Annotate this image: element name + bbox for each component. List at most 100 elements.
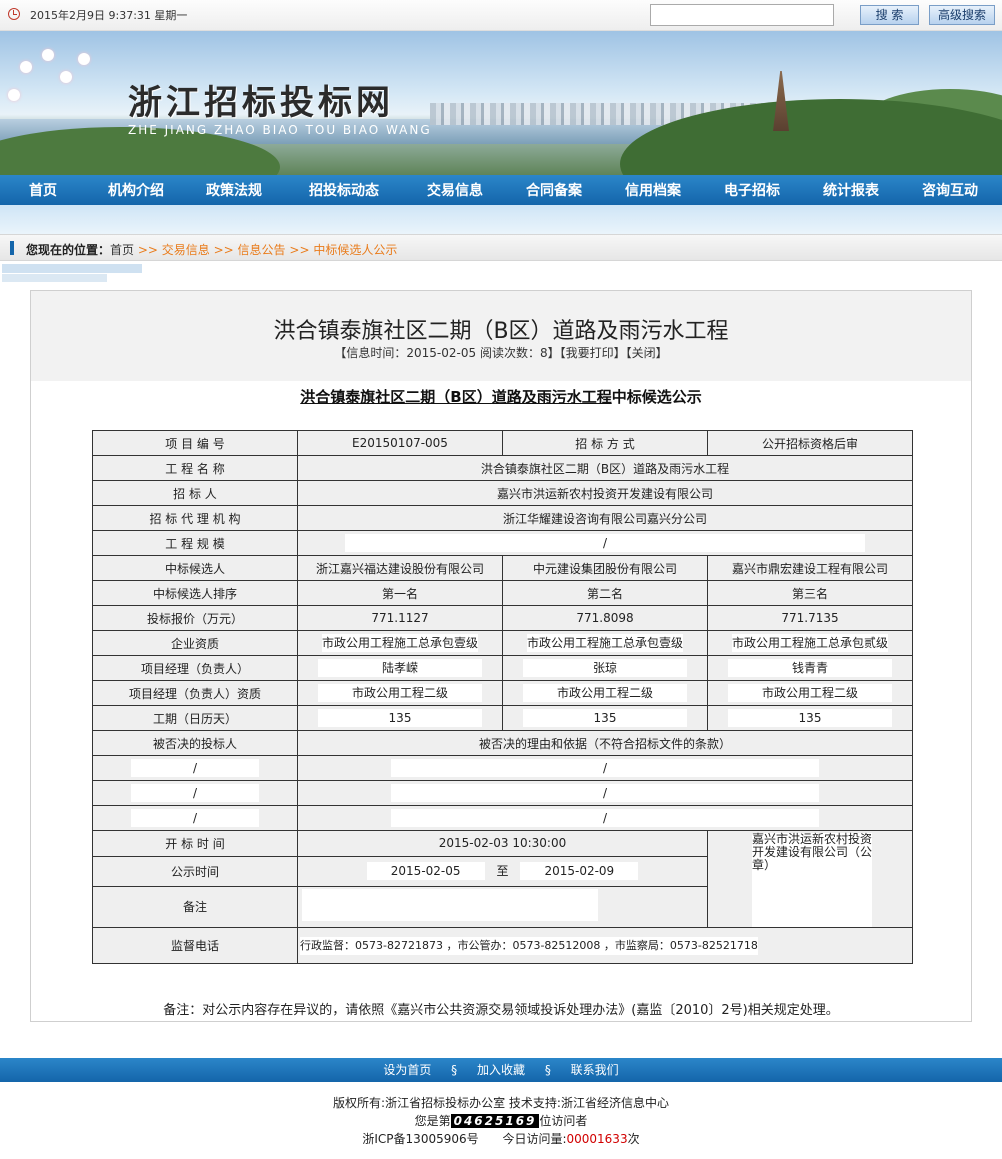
rank-2: 第二名 <box>502 580 708 606</box>
nav-policy[interactable]: 政策法规 <box>206 180 262 200</box>
table-row: 工期（日历天） 135 135 135 <box>92 705 913 731</box>
visitor-suffix: 位访问者 <box>539 1114 588 1128</box>
candidate-3: 嘉兴市鼎宏建设工程有限公司 <box>707 555 913 581</box>
rejected-reason: / <box>391 759 819 777</box>
publicity-to-label: 至 <box>496 864 509 879</box>
contact-us-link[interactable]: 联系我们 <box>571 1063 619 1077</box>
rejected-bidder: / <box>131 809 259 827</box>
nav-e-tender[interactable]: 电子招标 <box>724 180 780 200</box>
candidate-1: 浙江嘉兴福达建设股份有限公司 <box>297 555 503 581</box>
method: 公开招标资格后审 <box>707 430 913 456</box>
project-name: 洪合镇泰旗社区二期（B区）道路及雨污水工程 <box>297 455 913 481</box>
period-label: 工期（日历天） <box>92 705 298 731</box>
footer-links: 设为首页 § 加入收藏 § 联系我们 <box>0 1058 1002 1082</box>
breadcrumb-notice[interactable]: >> 信息公告 <box>214 243 286 257</box>
rejected-reason: / <box>391 809 819 827</box>
table-row: 企业资质 市政公用工程施工总承包壹级 市政公用工程施工总承包壹级 市政公用工程施… <box>92 630 913 656</box>
rank-label: 中标候选人排序 <box>92 580 298 606</box>
rejected-reason-cell: / <box>297 755 913 781</box>
visitor-prefix: 您是第 <box>414 1114 451 1128</box>
table-row: 中标候选人排序 第一名 第二名 第三名 <box>92 580 913 606</box>
method-label: 招 标 方 式 <box>502 430 708 456</box>
clock-icon <box>8 8 20 20</box>
period-3-cell: 135 <box>707 705 913 731</box>
article-header: 洪合镇泰旗社区二期（B区）道路及雨污水工程 【信息时间：2015-02-05 阅… <box>31 291 971 381</box>
table-row: 监督电话 行政监督：0573-82721873 ，市公管办：0573-82512… <box>92 927 913 964</box>
nav-contract[interactable]: 合同备案 <box>526 180 582 200</box>
phone-label: 监督电话 <box>92 927 298 964</box>
tenderer: 嘉兴市洪运新农村投资开发建设有限公司 <box>297 480 913 506</box>
manager-1-cell: 陆孝嵘 <box>297 655 503 681</box>
manager-2-cell: 张琼 <box>502 655 708 681</box>
blossom-icon <box>20 61 32 73</box>
notice-title: 洪合镇泰旗社区二期（B区）道路及雨污水工程中标候选公示 <box>31 386 971 407</box>
subnav-bar <box>0 205 1002 234</box>
price-1: 771.1127 <box>297 605 503 631</box>
nav-about[interactable]: 机构介绍 <box>108 180 164 200</box>
publicity-label: 公示时间 <box>92 855 298 887</box>
remark-value <box>302 889 598 922</box>
manager-qual-label: 项目经理（负责人）资质 <box>92 680 298 706</box>
rejected-bidder-cell: / <box>92 780 298 806</box>
table-row: 招 标 人 嘉兴市洪运新农村投资开发建设有限公司 <box>92 480 913 506</box>
visitor-counter: 04625169 <box>450 1114 540 1128</box>
table-row: 工 程 名 称 洪合镇泰旗社区二期（B区）道路及雨污水工程 <box>92 455 913 481</box>
decorative-strip <box>2 274 107 282</box>
stamp-cell: 嘉兴市洪运新农村投资开发建设有限公司（公章） <box>707 830 913 928</box>
manager-qual-2-cell: 市政公用工程二级 <box>502 680 708 706</box>
period-3: 135 <box>728 709 892 727</box>
manager-qual-1: 市政公用工程二级 <box>318 684 482 702</box>
blossom-icon <box>60 71 72 83</box>
period-1: 135 <box>318 709 482 727</box>
tenderer-label: 招 标 人 <box>92 480 298 506</box>
manager-label: 项目经理（负责人） <box>92 655 298 681</box>
decorative-strip <box>2 264 142 273</box>
nav-news[interactable]: 招投标动态 <box>309 180 379 200</box>
publicity-from: 2015-02-05 <box>366 862 485 881</box>
nav-trade-info[interactable]: 交易信息 <box>427 180 483 200</box>
search-button[interactable]: 搜 索 <box>860 5 919 25</box>
table-row: 项目经理（负责人）资质 市政公用工程二级 市政公用工程二级 市政公用工程二级 <box>92 680 913 706</box>
search-input[interactable] <box>650 4 834 26</box>
manager-3-cell: 钱青青 <box>707 655 913 681</box>
remark-cell <box>297 885 708 929</box>
breadcrumb-trade-info[interactable]: >> 交易信息 <box>138 243 210 257</box>
rejected-bidder-cell: / <box>92 755 298 781</box>
rejected-reason: / <box>391 784 819 802</box>
notice-title-project: 洪合镇泰旗社区二期（B区）道路及雨污水工程 <box>300 388 612 406</box>
icp-number[interactable]: 浙ICP备13005906号 <box>362 1132 478 1146</box>
price-2: 771.8098 <box>502 605 708 631</box>
site-banner: 浙江招标投标网 ZHE JIANG ZHAO BIAO TOU BIAO WAN… <box>0 31 1002 175</box>
nav-consult[interactable]: 咨询互动 <box>922 180 978 200</box>
rank-1: 第一名 <box>297 580 503 606</box>
rejected-bidder: / <box>131 759 259 777</box>
table-row: 项目经理（负责人） 陆孝嵘 张琼 钱青青 <box>92 655 913 681</box>
agency-label: 招 标 代 理 机 构 <box>92 505 298 531</box>
advanced-search-button[interactable]: 高级搜索 <box>929 5 995 25</box>
set-homepage-link[interactable]: 设为首页 <box>383 1063 431 1077</box>
nav-credit[interactable]: 信用档案 <box>625 180 681 200</box>
nav-home[interactable]: 首页 <box>29 180 57 200</box>
footer-separator: § <box>451 1063 458 1077</box>
notice-title-suffix: 中标候选公示 <box>611 388 702 406</box>
breadcrumb-home[interactable]: 首页 <box>110 243 134 257</box>
candidate-label: 中标候选人 <box>92 555 298 581</box>
scale-cell: / <box>297 530 913 556</box>
manager-qual-3: 市政公用工程二级 <box>728 684 892 702</box>
breadcrumb-candidate[interactable]: >> 中标候选人公示 <box>289 243 397 257</box>
nav-stats[interactable]: 统计报表 <box>823 180 879 200</box>
price-3: 771.7135 <box>707 605 913 631</box>
icp-line: 浙ICP备13005906号 今日访问量:00001633次 <box>0 1130 1002 1148</box>
article-panel: 洪合镇泰旗社区二期（B区）道路及雨污水工程 【信息时间：2015-02-05 阅… <box>30 290 972 1022</box>
scale: / <box>345 534 865 552</box>
breadcrumb-label: 您现在的位置： <box>26 243 111 257</box>
qualification-1: 市政公用工程施工总承包壹级 <box>321 634 478 652</box>
qualification-3-cell: 市政公用工程施工总承包贰级 <box>707 630 913 656</box>
visitor-line: 您是第 04625169 位访问者 <box>0 1112 1002 1130</box>
site-logo-title[interactable]: 浙江招标投标网 <box>128 75 394 124</box>
phones: 行政监督：0573-82721873 ，市公管办：0573-82512008 ，… <box>300 936 758 955</box>
stamp-org: 嘉兴市洪运新农村投资开发建设有限公司（公章） <box>752 833 872 927</box>
table-row: 工 程 规 模 / <box>92 530 913 556</box>
rejected-reason-label: 被否决的理由和依据（不符合招标文件的条款） <box>297 730 913 756</box>
add-favorite-link[interactable]: 加入收藏 <box>477 1063 525 1077</box>
